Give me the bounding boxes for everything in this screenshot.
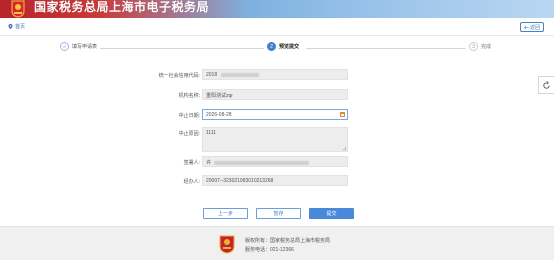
- step-1-label: 填写申请表: [72, 44, 98, 50]
- credit-code-label: 统一社会信用代码:: [158, 73, 200, 79]
- feedback-float-button[interactable]: [538, 76, 554, 94]
- progress-steps: 填写申请表 2 预览提交 3 完成: [0, 42, 554, 56]
- submit-button[interactable]: 提交: [309, 208, 354, 219]
- site-title: 国家税务总局上海市电子税务局: [34, 0, 210, 14]
- calendar-icon[interactable]: [340, 112, 345, 117]
- org-name-value: 重阳测试zqr: [206, 93, 233, 99]
- home-link-label: 首页: [15, 24, 26, 30]
- site-header: 国家税务总局上海市电子税务局: [0, 0, 554, 18]
- issuer-row: 签署人: 许: [0, 156, 554, 170]
- org-name-row: 机构名称: 重阳测试zqr: [0, 89, 554, 103]
- stop-date-label: 中止日期:: [178, 113, 200, 119]
- operator-field: 20007--323021983010213268: [202, 175, 348, 186]
- back-button[interactable]: 返回: [520, 22, 544, 32]
- org-name-field: 重阳测试zqr: [202, 89, 348, 100]
- footer-copyright: 版权所有：国家税务总局上海市税务局: [245, 238, 331, 244]
- back-arrow-icon: [524, 25, 529, 29]
- check-icon: [60, 42, 69, 51]
- reason-row: 中止原因: 1111: [0, 127, 554, 155]
- credit-code-row: 统一社会信用代码: 2018: [0, 69, 554, 83]
- org-name-label: 机构名称:: [178, 93, 200, 99]
- credit-code-field: 2018: [202, 69, 348, 80]
- issuer-field: 许: [202, 156, 348, 167]
- operator-value: 20007--323021983010213268: [206, 178, 274, 184]
- prev-step-button[interactable]: 上一步: [203, 208, 248, 219]
- operator-row: 经办人: 20007--323021983010213268: [0, 175, 554, 189]
- step-2: 2 预览提交: [264, 42, 303, 51]
- location-icon: [8, 24, 13, 29]
- step-3-number: 3: [469, 42, 478, 51]
- tax-emblem-icon: [11, 0, 25, 18]
- reason-label: 中止原因:: [178, 131, 200, 137]
- step-3: 3 完成: [466, 42, 495, 51]
- step-3-label: 完成: [481, 44, 492, 50]
- site-footer: 版权所有：国家税务总局上海市税务局 服务电话：021-12366: [0, 226, 554, 260]
- credit-code-value: 2018: [206, 72, 218, 78]
- redacted-text: [220, 72, 259, 77]
- tax-emblem-icon: [219, 235, 235, 254]
- navbar: 首页 返回: [0, 18, 554, 36]
- stop-date-value: 2026-08-28: [206, 112, 232, 118]
- action-buttons: 上一步 暂存 提交: [203, 208, 354, 219]
- refresh-icon: [543, 80, 550, 89]
- operator-label: 经办人:: [183, 179, 200, 185]
- step-2-label: 预览提交: [279, 44, 300, 50]
- redacted-text: [214, 160, 310, 165]
- footer-phone: 服务电话：021-12366: [245, 247, 294, 253]
- step-connector: [306, 48, 468, 49]
- step-1: 填写申请表: [57, 42, 101, 51]
- home-link[interactable]: 首页: [8, 23, 25, 30]
- save-draft-button[interactable]: 暂存: [256, 208, 301, 219]
- issuer-label: 签署人:: [183, 160, 200, 166]
- reason-textarea: 1111: [202, 127, 348, 152]
- resize-handle-icon: [343, 147, 346, 150]
- stop-date-row: 中止日期: 2026-08-28: [0, 109, 554, 123]
- back-button-label: 返回: [529, 24, 540, 31]
- issuer-value: 许: [206, 160, 212, 166]
- reason-value: 1111: [206, 130, 217, 136]
- stop-date-input[interactable]: 2026-08-28: [202, 109, 348, 120]
- step-2-number: 2: [267, 42, 276, 51]
